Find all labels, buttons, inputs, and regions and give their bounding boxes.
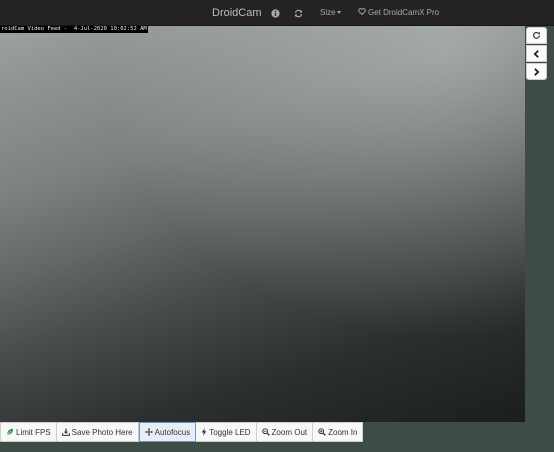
caret-down-icon [336,11,341,15]
brand-title[interactable]: DroidCam [212,0,262,26]
heart-icon [358,8,366,16]
toggle-led-label: Toggle LED [209,427,251,437]
move-icon [144,428,153,436]
top-navbar: DroidCam Size Get DroidCamX Pro [0,0,554,26]
video-feed[interactable]: roidCam Video Feed - 4-Jul-2020 10:02:52… [0,26,525,422]
zoom-out-label: Zoom Out [271,427,308,437]
size-dropdown[interactable]: Size [320,0,341,26]
zoom-out-button[interactable]: Zoom Out [256,422,314,442]
save-photo-label: Save Photo Here [71,427,133,437]
zoom-in-icon [318,428,326,436]
zoom-out-icon [261,428,270,436]
bottom-toolbar: Limit FPS Save Photo Here Autofocus Togg… [0,422,364,442]
get-pro-label: Get DroidCamX Pro [368,8,440,17]
get-pro-link[interactable]: Get DroidCamX Pro [358,0,439,26]
leaf-icon [6,428,14,436]
previous-button[interactable] [526,45,547,62]
zoom-in-button[interactable]: Zoom In [313,422,364,442]
video-overlay-text: roidCam Video Feed - 4-Jul-2020 10:02:52… [0,26,148,33]
flash-icon [201,428,207,436]
refresh-icon[interactable] [294,0,306,26]
chevron-left-icon [533,45,540,63]
toggle-led-button[interactable]: Toggle LED [196,422,257,442]
save-photo-button[interactable]: Save Photo Here [56,422,139,442]
next-button[interactable] [526,63,547,80]
chevron-right-icon [533,63,540,81]
autofocus-label: Autofocus [154,427,191,437]
zoom-in-label: Zoom In [328,427,358,437]
size-label: Size [320,8,336,17]
autofocus-button[interactable]: Autofocus [138,422,197,442]
limit-fps-button[interactable]: Limit FPS [0,422,57,442]
limit-fps-label: Limit FPS [16,427,51,437]
info-icon[interactable] [271,0,283,26]
refresh-feed-button[interactable] [526,27,547,44]
refresh-icon [532,27,541,45]
download-icon [61,428,70,436]
